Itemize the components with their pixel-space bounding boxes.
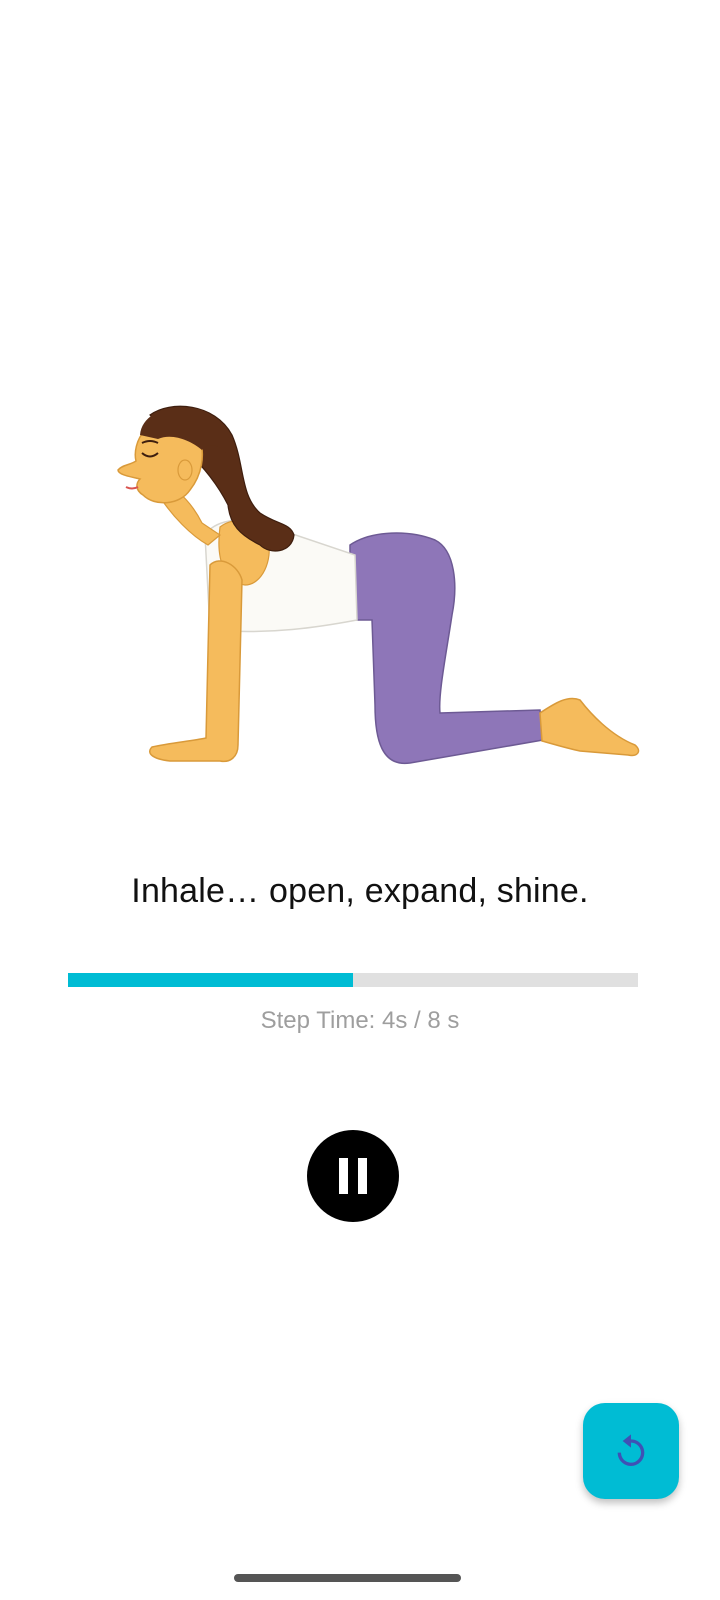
leggings [349, 532, 544, 765]
foot [539, 697, 640, 757]
yoga-step-screen: Inhale… open, expand, shine. Step Time: … [0, 0, 720, 1600]
home-indicator[interactable] [234, 1574, 461, 1582]
restart-icon [617, 1434, 645, 1466]
cow-pose-figure [117, 405, 640, 765]
step-instruction: Inhale… open, expand, shine. [131, 872, 589, 910]
restart-button[interactable] [583, 1403, 679, 1499]
step-progress-fill [68, 973, 353, 987]
pose-illustration [110, 395, 650, 775]
step-progress-bar [68, 973, 638, 987]
pause-icon [339, 1158, 367, 1194]
step-time-label: Step Time: 4s / 8 s [260, 1007, 460, 1034]
ear [177, 459, 193, 481]
arm [149, 560, 243, 763]
lips [125, 486, 139, 490]
pause-button[interactable] [307, 1130, 399, 1222]
